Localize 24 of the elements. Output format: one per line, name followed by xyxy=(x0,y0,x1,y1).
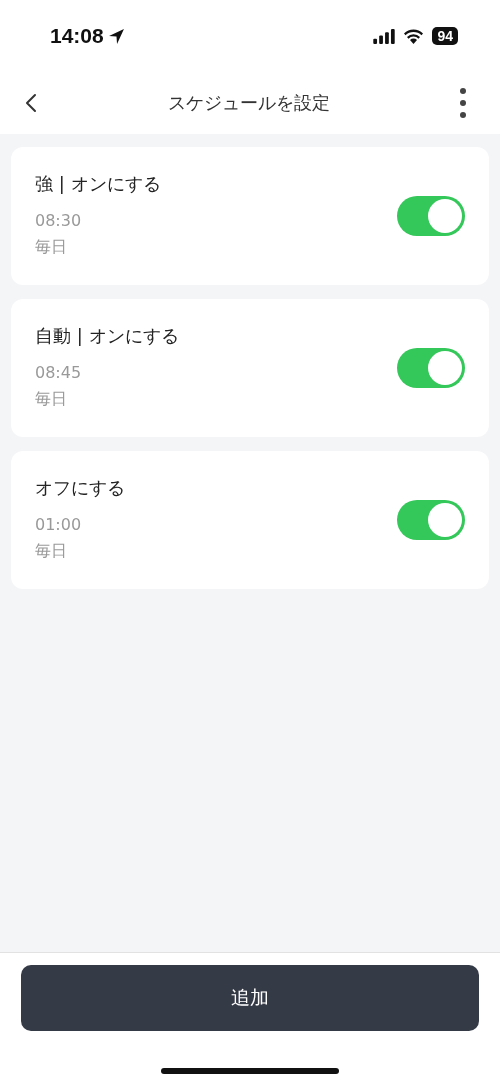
schedule-time: 08:30 xyxy=(35,210,83,232)
status-time: 14:08 xyxy=(50,24,104,48)
schedule-time: 08:45 xyxy=(35,362,83,384)
schedule-card[interactable]: オフにする 01:00 毎日 xyxy=(11,451,489,589)
toggle-switch[interactable] xyxy=(397,196,465,236)
wifi-icon xyxy=(403,28,425,44)
schedule-title: 強 | オンにする xyxy=(35,172,161,196)
schedule-title: 自動 | オンにする xyxy=(35,324,179,348)
location-arrow-icon xyxy=(107,27,125,45)
add-button[interactable]: 追加 xyxy=(21,965,479,1031)
schedule-time: 01:00 xyxy=(35,514,83,536)
screen-title: スケジュールを設定 xyxy=(167,91,330,115)
schedule-repeat: 毎日 xyxy=(35,388,68,410)
schedule-card[interactable]: 強 | オンにする 08:30 毎日 xyxy=(11,147,489,285)
schedule-title: オフにする xyxy=(35,476,125,500)
toggle-switch[interactable] xyxy=(397,348,465,388)
signal-icon xyxy=(373,28,396,44)
toggle-switch[interactable] xyxy=(397,500,465,540)
schedule-repeat: 毎日 xyxy=(35,540,68,562)
schedule-repeat: 毎日 xyxy=(35,236,68,258)
more-options-icon[interactable] xyxy=(460,88,466,118)
back-icon[interactable] xyxy=(25,93,37,113)
schedule-card[interactable]: 自動 | オンにする 08:45 毎日 xyxy=(11,299,489,437)
battery-level: 94 xyxy=(432,27,458,45)
